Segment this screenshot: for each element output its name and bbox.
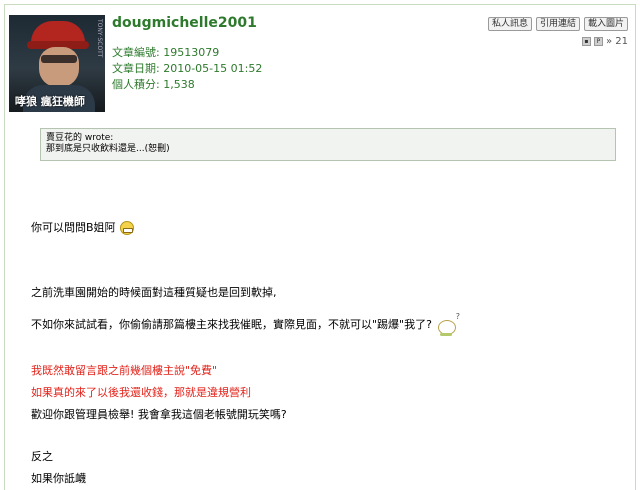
post-controls: ▪ P » 21: [581, 36, 628, 47]
content-line: 反之: [31, 450, 53, 463]
avatar-side-text: TONY·SCOTT: [96, 19, 103, 58]
report-icon[interactable]: ▪: [581, 37, 591, 46]
print-icon[interactable]: P: [593, 37, 603, 46]
glasses-shape: [41, 55, 77, 63]
quote-text: 那到底是只收飲料還是...(恕刪): [46, 144, 170, 154]
grin-emoji-icon: [119, 221, 134, 235]
face-shape: [39, 47, 79, 87]
content-line: 你可以問問B姐阿: [31, 219, 134, 235]
upload-image-button[interactable]: 載入圖片: [583, 17, 628, 31]
article-number: 文章編號: 19513079: [112, 46, 220, 59]
avatar-caption: 哮狼 瘋狂機師: [15, 95, 85, 108]
content-line: 不如你來試試看，你偷偷請那篇樓主來找我催眠，實際見面，不就可以"踢爆"我了??: [31, 312, 460, 336]
content-line: 之前洗車園開始的時候面對這種質疑也是回到軟掉,: [31, 286, 277, 299]
username-link[interactable]: dougmichelle2001: [112, 15, 257, 31]
quote-block: 賣豆花的 wrote: 那到底是只收飲料還是...(恕刪): [40, 128, 616, 161]
content-line: 如果你詆衊: [31, 472, 86, 485]
content-line-red: 我既然敢留言跟之前幾個樓主說"免費": [31, 364, 218, 377]
quote-author: 賣豆花的 wrote:: [46, 133, 114, 143]
user-points: 個人積分: 1,538: [112, 78, 195, 91]
article-date: 文章日期: 2010-05-15 01:52: [112, 62, 263, 75]
content-line-red: 如果真的來了以後我還收錢，那就是違規營利: [31, 386, 251, 399]
avatar[interactable]: TONY·SCOTT 哮狼 瘋狂機師: [9, 15, 105, 112]
private-message-button[interactable]: 私人訊息: [487, 17, 532, 31]
post-meta: 文章編號: 19513079 文章日期: 2010-05-15 01:52 個人…: [112, 45, 262, 93]
quote-link-button[interactable]: 引用連結: [535, 17, 580, 31]
content-line: 歡迎你跟管理員檢舉! 我會拿我這個老帳號開玩笑嗎?: [31, 408, 287, 421]
reply-count[interactable]: » 21: [606, 36, 628, 47]
post-actions: 私人訊息 引用連結 載入圖片: [487, 17, 628, 31]
question-emoji-icon: ?: [436, 312, 460, 336]
